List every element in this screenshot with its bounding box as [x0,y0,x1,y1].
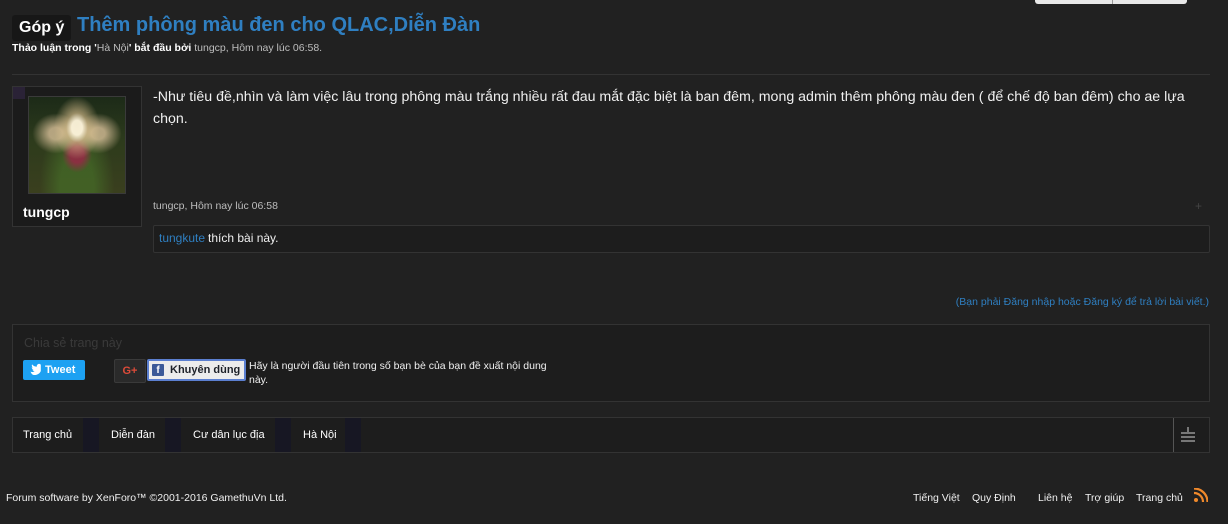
post-username[interactable]: tungcp [23,204,70,220]
facebook-social-text: Hãy là người đầu tiên trong số bạn bè củ… [249,360,547,386]
post-message: -Như tiêu đề,nhìn và làm việc lâu trong … [153,89,1185,127]
login-reply-note[interactable]: (Bạn phải Đăng nhập hoặc Đăng ký để trả … [956,296,1209,308]
crumb-home[interactable]: Trang chủ [23,418,72,452]
thread-meta: Thảo luận trong 'Hà Nội' bắt đầu bởi tun… [12,42,322,54]
footer-link-rules[interactable]: Quy Định [972,492,1016,504]
share-title: Chia sẻ trang này [24,336,122,350]
tweet-label: Tweet [45,364,76,376]
liker-link[interactable]: tungkute [159,231,205,245]
search-bar[interactable] [1035,0,1187,4]
footer-link-help[interactable]: Trợ giúp [1085,492,1124,504]
crumb-arrow [83,418,99,452]
search-divider [1112,0,1113,4]
share-page: Chia sẻ trang này Tweet G+ f Khuyên dùng… [12,324,1210,402]
footer-link-language[interactable]: Tiếng Việt [913,492,960,504]
crumb-category[interactable]: Cư dân lục địa [193,418,265,452]
meta-discussion-in: Thảo luận trong ' [12,42,97,54]
facebook-recommend-button[interactable]: f Khuyên dùng [147,359,246,381]
footer-link-contact[interactable]: Liên hệ [1038,492,1072,504]
crumb-arrow [165,418,181,452]
jump-to-icon[interactable] [1181,427,1195,443]
header-divider [12,74,1210,75]
breadcrumb: Trang chủ Diễn đàn Cư dân lục địa Hà Nội [12,417,1210,453]
meta-forum-link[interactable]: Hà Nội [97,42,129,54]
facebook-icon: f [152,364,164,376]
likes-summary: tungkute thích bài này. [153,225,1210,253]
crumb-arrow [345,418,361,452]
tweet-button[interactable]: Tweet [23,360,85,380]
post-meta[interactable]: tungcp, Hôm nay lúc 06:58 [153,200,278,212]
facebook-recommend-label: Khuyên dùng [170,364,241,376]
user-box-corner [13,87,25,99]
forum-thread-page: Góp ý Thêm phông màu đen cho QLAC,Diễn Đ… [0,0,1228,524]
post-user-info: tungcp [12,86,142,227]
crumb-arrow [275,418,291,452]
google-plus-icon: G+ [122,365,138,377]
crumb-forum[interactable]: Hà Nội [303,418,337,452]
twitter-bird-icon [30,360,41,387]
meta-date: , Hôm nay lúc 06:58. [225,42,323,54]
thread-prefix[interactable]: Góp ý [12,15,72,41]
meta-started-by: ' bắt đầu bởi [128,42,192,54]
meta-author-link[interactable]: tungcp [194,42,226,54]
likes-text: thích bài này. [208,231,279,245]
jump-divider [1173,418,1174,452]
avatar[interactable] [28,96,126,194]
footer-link-home[interactable]: Trang chủ [1136,492,1183,504]
crumb-forums[interactable]: Diễn đàn [111,418,155,452]
thread-title: Thêm phông màu đen cho QLAC,Diễn Đàn [77,14,481,36]
rss-icon[interactable] [1193,487,1209,503]
google-plus-button[interactable]: G+ [114,359,146,383]
post-plus-icon[interactable]: + [1195,199,1202,213]
footer-copyright[interactable]: Forum software by XenForo™ ©2001-2016 Ga… [6,492,287,504]
